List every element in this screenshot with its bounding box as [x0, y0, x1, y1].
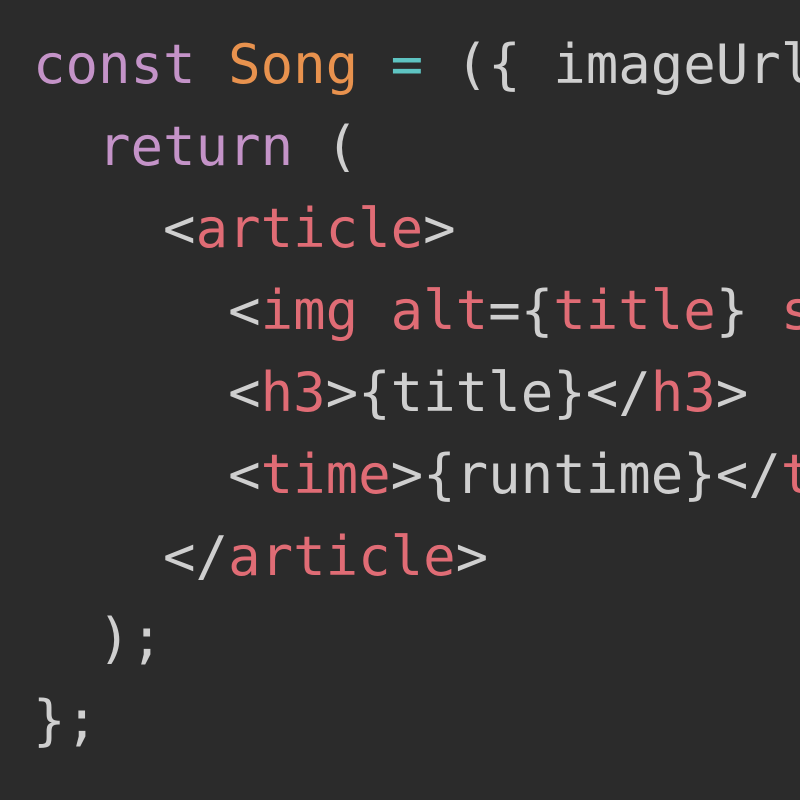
code-token-text: {: [520, 279, 554, 342]
code-token-text: <: [228, 443, 261, 506]
code-token-tag: h3: [260, 361, 326, 424]
code-line: <time>{runtime}</time>: [33, 434, 800, 516]
code-token-tag: time: [260, 443, 391, 506]
code-line: );: [33, 598, 800, 680]
code-token-text: >: [455, 525, 489, 588]
code-token-text: =: [488, 279, 521, 342]
code-token-text: <: [228, 361, 261, 424]
code-line: </article>: [33, 516, 800, 598]
code-block[interactable]: const Song = ({ imageUrl return ( <artic…: [33, 24, 800, 762]
code-token-keyword: const: [33, 33, 196, 96]
code-token-tag: article: [228, 525, 456, 588]
code-token-text: <: [228, 279, 261, 342]
code-token-tag: time: [780, 443, 800, 506]
code-line: return (: [33, 106, 800, 188]
code-token-tag: article: [195, 197, 424, 260]
code-line: <h3>{title}</h3>: [33, 352, 800, 434]
code-token-text: };: [33, 689, 99, 752]
code-token-text: >: [423, 197, 456, 260]
code-token-tag: img: [260, 279, 359, 342]
code-token-text: (: [293, 115, 359, 178]
code-token-text: >: [715, 361, 749, 424]
code-token-variable: Song: [228, 33, 359, 96]
code-token-operator: =: [390, 33, 424, 96]
code-token-text: <: [163, 197, 196, 260]
code-token-tag: h3: [650, 361, 716, 424]
code-token-text: }: [715, 279, 781, 342]
code-token-text: </: [163, 525, 229, 588]
code-token-text: >{title}</: [325, 361, 651, 424]
code-line: <img alt={title} src: [33, 270, 800, 352]
code-line: <article>: [33, 188, 800, 270]
code-token-tag: title: [553, 279, 716, 342]
code-token-tag: src: [780, 279, 800, 342]
code-token-text: );: [98, 607, 164, 670]
code-token-keyword: return: [98, 115, 294, 178]
code-token-text: ({ imageUrl: [423, 33, 800, 96]
code-editor[interactable]: const Song = ({ imageUrl return ( <artic…: [0, 0, 800, 800]
code-token-text: >{runtime}</: [390, 443, 781, 506]
code-line: const Song = ({ imageUrl: [33, 24, 800, 106]
code-token-tag: alt: [390, 279, 489, 342]
code-line: };: [33, 680, 800, 762]
